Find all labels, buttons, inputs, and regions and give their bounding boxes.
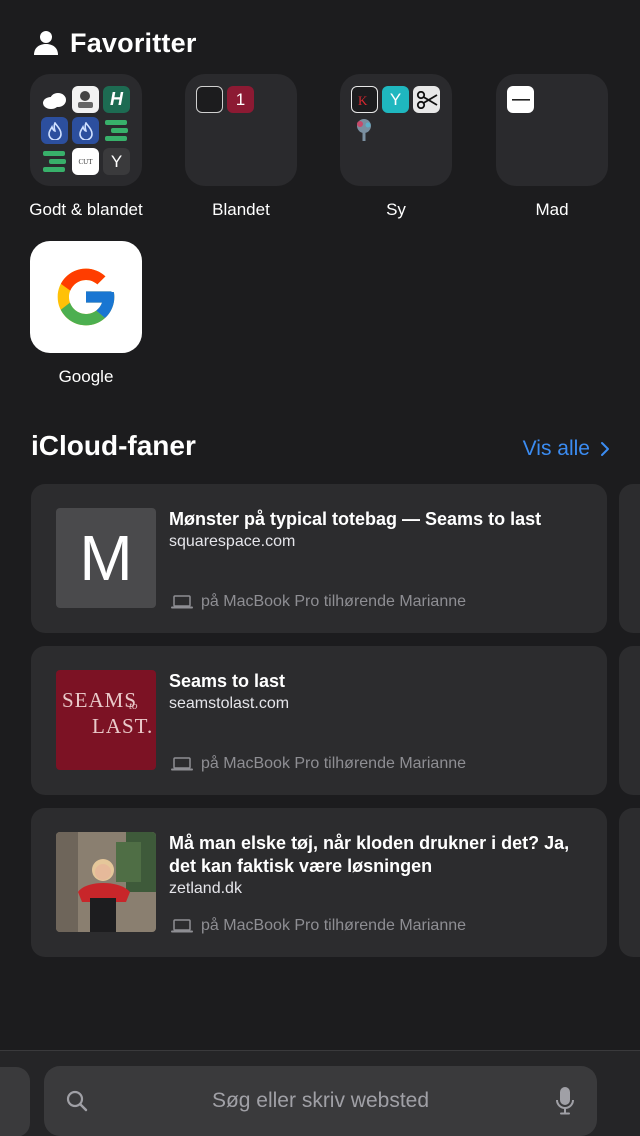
device-label: på MacBook Pro tilhørende Marianne: [201, 755, 467, 772]
previous-tab-peek[interactable]: [0, 1067, 30, 1136]
kc-app-icon: K: [351, 86, 378, 113]
tab-thumbnail: SEAMS to LAST.: [56, 670, 156, 770]
folder-tile: K Y: [340, 74, 452, 186]
favorite-google[interactable]: Google: [16, 241, 156, 387]
scissors-icon: [413, 86, 440, 113]
sticker-icon: [72, 86, 99, 113]
folder-mad[interactable]: Mad: [482, 74, 622, 220]
folder-tile: [496, 74, 608, 186]
tab-domain: seamstolast.com: [169, 695, 290, 712]
icloud-tabs-title: iCloud-faner: [31, 430, 196, 461]
chevron-right-icon: [601, 442, 609, 456]
tab-title: Må man elske tøj, når kloden drukner i d…: [169, 833, 570, 876]
tab-title: Mønster på typical totebag — Seams to la…: [169, 509, 542, 529]
the-cut-icon: CUT: [72, 148, 99, 175]
see-all-label: Vis alle: [522, 437, 590, 460]
y-app-icon: Y: [103, 148, 130, 175]
folder-label: Godt & blandet: [29, 200, 143, 219]
tab-domain: squarespace.com: [169, 533, 296, 550]
tree-icon: [351, 117, 378, 144]
stripes-icon: [103, 117, 130, 144]
folder-sy[interactable]: K Y Sy: [326, 74, 466, 220]
laptop-icon: [171, 919, 193, 933]
favorites-grid: H CUT Y Godt & blandet 1 Blandet K Y Sy …: [0, 74, 640, 224]
search-input[interactable]: Søg eller skriv websted: [44, 1066, 597, 1136]
flame-icon: [72, 117, 99, 144]
folder-godt-og-blandet[interactable]: H CUT Y Godt & blandet: [16, 74, 156, 220]
flame-icon: [41, 117, 68, 144]
person-icon: [34, 31, 58, 55]
tab-device: på MacBook Pro tilhørende Marianne: [171, 755, 466, 773]
y-app-icon: Y: [382, 86, 409, 113]
person-photo-icon: [56, 832, 156, 932]
blank-app-icon: [196, 86, 223, 113]
icloud-tab-card[interactable]: SEAMS to LAST. Seams to last seamstolast…: [31, 646, 607, 795]
favorites-title: Favoritter: [70, 27, 197, 58]
tab-title: Seams to last: [169, 671, 286, 691]
laptop-icon: [171, 595, 193, 609]
device-label: på MacBook Pro tilhørende Marianne: [201, 593, 467, 610]
see-all-link[interactable]: Vis alle: [523, 437, 610, 461]
next-card-peek: [619, 808, 640, 957]
folder-label: Mad: [535, 200, 569, 219]
device-label: på MacBook Pro tilhørende Marianne: [201, 917, 467, 934]
folder-tile: H CUT Y: [30, 74, 142, 186]
folder-label: Blandet: [212, 200, 270, 219]
search-placeholder: Søg eller skriv websted: [211, 1089, 430, 1112]
tab-device: på MacBook Pro tilhørende Marianne: [171, 593, 466, 611]
google-tile: [30, 241, 142, 353]
tab-thumbnail: [56, 832, 156, 932]
thumbnail-letter: M: [79, 522, 133, 594]
next-card-peek: [619, 484, 640, 633]
thumbnail-text: LAST.: [92, 714, 154, 738]
folder-label: Sy: [386, 200, 406, 219]
svg-text:K: K: [358, 93, 368, 108]
search-icon: [66, 1090, 88, 1112]
tab-domain: zetland.dk: [169, 880, 242, 897]
cloud-icon: [41, 86, 68, 113]
bottom-toolbar: Søg eller skriv websted: [0, 1050, 640, 1136]
folder-blandet[interactable]: 1 Blandet: [171, 74, 311, 220]
microphone-icon[interactable]: [555, 1086, 575, 1116]
laptop-icon: [171, 757, 193, 771]
thumbnail-text: to: [129, 700, 138, 712]
h-app-icon: H: [103, 86, 130, 113]
icloud-tab-card[interactable]: Må man elske tøj, når kloden drukner i d…: [31, 808, 607, 957]
next-card-peek: [619, 646, 640, 795]
tab-thumbnail: M: [56, 508, 156, 608]
meyers-app-icon: [507, 86, 534, 113]
icloud-tab-card[interactable]: M Mønster på typical totebag — Seams to …: [31, 484, 607, 633]
stripes-icon: [41, 148, 68, 175]
folder-tile: 1: [185, 74, 297, 186]
tab-device: på MacBook Pro tilhørende Marianne: [171, 917, 466, 935]
thumbnail-text: SEAMS: [62, 688, 138, 712]
favorites-header: Favoritter: [32, 26, 197, 60]
number-app-icon: 1: [227, 86, 254, 113]
google-logo-icon: [57, 268, 115, 326]
favorite-label: Google: [58, 367, 114, 386]
